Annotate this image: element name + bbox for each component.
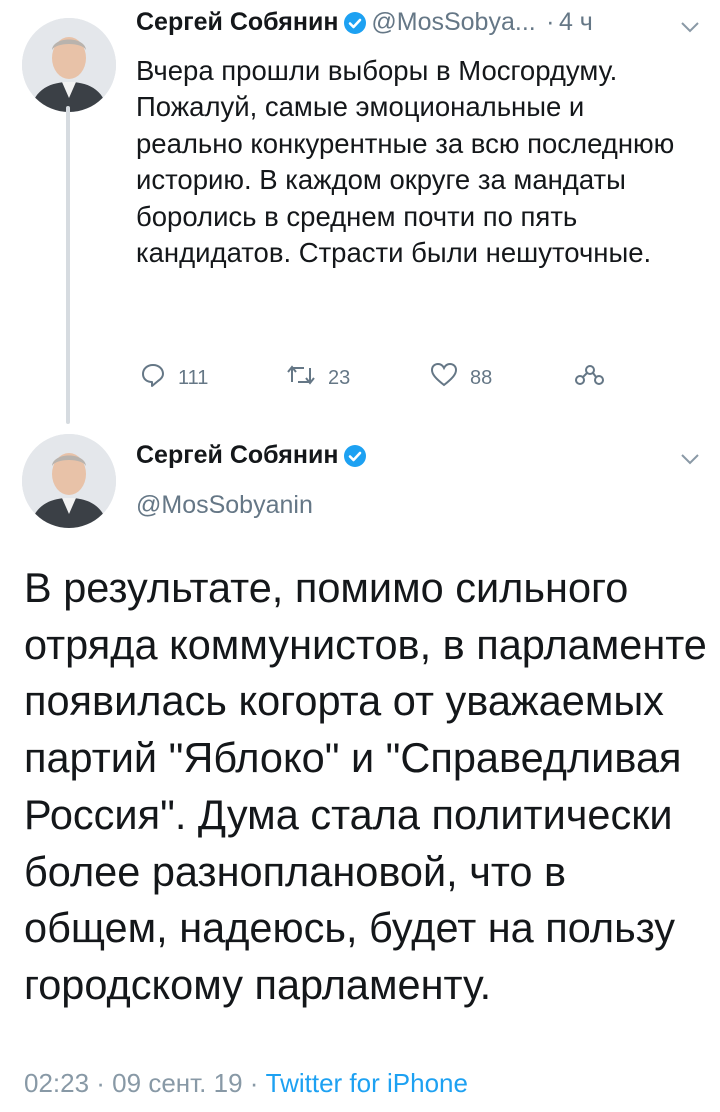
like-icon: [430, 362, 470, 394]
tweet-meta: 02:23 · 09 сент. 19 · Twitter for iPhone: [24, 1068, 468, 1099]
reply-button[interactable]: 111: [140, 362, 208, 394]
tweet1-header: Сергей Собянин @MosSobya... · 4 ч: [136, 8, 593, 40]
avatar[interactable]: [22, 434, 116, 528]
like-button[interactable]: 88: [430, 362, 492, 394]
like-count: 88: [470, 366, 493, 389]
author-name[interactable]: Сергей Собянин: [136, 8, 338, 36]
author-handle[interactable]: @MosSobya...: [371, 8, 535, 36]
reply-icon: [140, 362, 178, 394]
author-name[interactable]: Сергей Собянин: [136, 441, 338, 469]
tweet2-header: Сергей Собянин: [136, 441, 367, 473]
verified-icon: [343, 444, 367, 473]
retweet-count: 23: [328, 366, 351, 389]
retweet-icon: [286, 362, 328, 394]
share-icon: [574, 362, 616, 394]
timestamp[interactable]: 02:23 · 09 сент. 19 ·: [24, 1068, 266, 1098]
tweet-time[interactable]: 4 ч: [559, 8, 593, 36]
tweet2-text: В результате, помимо сильного отряда ком…: [24, 564, 707, 1008]
source-link[interactable]: Twitter for iPhone: [266, 1068, 468, 1098]
chevron-down-icon[interactable]: [680, 452, 700, 471]
share-button[interactable]: [574, 362, 616, 394]
author-handle[interactable]: @MosSobyanin: [136, 491, 313, 520]
tweet1-text: Вчера прошли выборы в Мосгордуму. Пожалу…: [136, 55, 675, 269]
verified-icon: [343, 11, 367, 40]
reply-count: 111: [178, 366, 209, 389]
separator: ·: [546, 8, 555, 36]
thread-line: [66, 106, 70, 424]
retweet-button[interactable]: 23: [286, 362, 350, 394]
chevron-down-icon[interactable]: [680, 20, 700, 39]
avatar[interactable]: [22, 18, 116, 112]
